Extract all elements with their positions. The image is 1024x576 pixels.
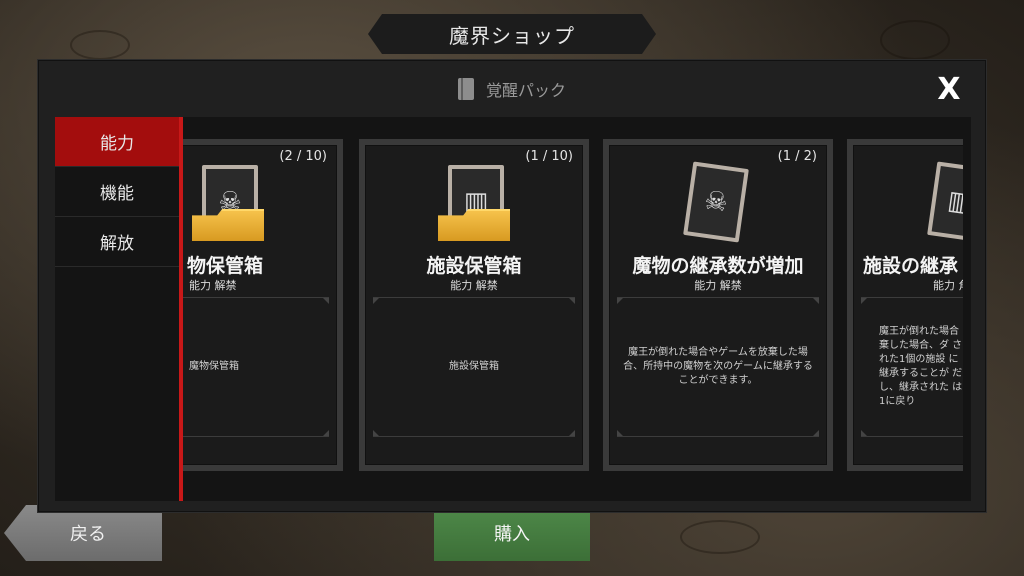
shop-title-banner: 魔界ショップ	[368, 14, 656, 54]
card-description: 魔王が倒れた場合 棄した場合、ダ された1個の施設 に継承することが だし、継承…	[861, 297, 963, 437]
map-doodle	[70, 30, 130, 60]
card-count: (1 / 10)	[525, 149, 573, 164]
pack-card[interactable]: (2 / 10) ☠ 物保管箱 能力 解禁 魔物保管箱	[183, 139, 343, 471]
card-subtitle: 能力 解禁	[189, 279, 237, 292]
card-subtitle: 能力 角	[933, 279, 963, 292]
card-description: 施設保管箱	[373, 297, 575, 437]
buy-button[interactable]: 購入	[434, 505, 590, 561]
tab-ability[interactable]: 能力	[55, 117, 179, 167]
back-button[interactable]: 戻る	[4, 505, 162, 561]
card-count: (1 / 2)	[777, 149, 817, 164]
close-button[interactable]: X	[931, 71, 967, 107]
card-description: 魔物保管箱	[183, 297, 329, 437]
map-doodle	[680, 520, 760, 554]
facility-card-icon: ▥	[438, 165, 510, 243]
tab-label: 能力	[100, 134, 134, 154]
shop-title: 魔界ショップ	[449, 23, 575, 48]
card-name: 魔物の継承数が増加	[632, 255, 804, 277]
dialog-header: 覚醒パック	[39, 61, 985, 117]
buy-button-label: 購入	[494, 524, 530, 545]
dialog-title: 覚醒パック	[485, 81, 566, 100]
card-description: 魔王が倒れた場合やゲームを放棄した場合、所持中の魔物を次のゲームに継承することが…	[617, 297, 819, 437]
pack-card[interactable]: (1 / 2) ☠ 魔物の継承数が増加 能力 解禁 魔王が倒れた場合やゲームを放…	[603, 139, 833, 471]
tab-label: 解放	[100, 234, 134, 254]
book-icon	[457, 78, 474, 100]
back-button-label: 戻る	[70, 524, 106, 545]
card-name: 物保管箱	[187, 255, 264, 277]
card-subtitle: 能力 解禁	[694, 279, 742, 292]
awakening-pack-dialog: 覚醒パック X 能力 機能 解放 (2 / 10) ☠ 物保管箱 能力 解禁 魔…	[38, 60, 986, 512]
card-subtitle: 能力 解禁	[450, 279, 498, 292]
card-description-text: 魔物保管箱	[189, 361, 239, 372]
tab-label: 機能	[100, 184, 134, 204]
close-icon: X	[937, 71, 961, 107]
pack-card[interactable]: (1 / 10) ▥ 施設保管箱 能力 解禁 施設保管箱	[359, 139, 589, 471]
content-area: 能力 機能 解放 (2 / 10) ☠ 物保管箱 能力 解禁 魔物保管箱 (1 …	[55, 117, 971, 501]
card-description-text: 魔王が倒れた場合 棄した場合、ダ された1個の施設 に継承することが だし、継承…	[879, 326, 963, 407]
card-description-text: 施設保管箱	[449, 361, 499, 372]
monster-card-icon: ☠	[683, 161, 749, 243]
monster-card-icon: ☠	[192, 165, 264, 243]
card-count: (2 / 10)	[279, 149, 327, 164]
cards-scroller[interactable]: (2 / 10) ☠ 物保管箱 能力 解禁 魔物保管箱 (1 / 10) ▥ 施…	[183, 117, 963, 501]
map-doodle	[880, 20, 950, 60]
facility-card-icon: ▥	[927, 161, 963, 243]
card-description-text: 魔王が倒れた場合やゲームを放棄した場合、所持中の魔物を次のゲームに継承することが…	[623, 347, 813, 386]
sidebar: 能力 機能 解放	[55, 117, 179, 267]
tab-function[interactable]: 機能	[55, 167, 179, 217]
pack-card[interactable]: ▥ 施設の継承 能力 角 魔王が倒れた場合 棄した場合、ダ された1個の施設 に…	[847, 139, 963, 471]
card-name: 施設の継承	[863, 255, 959, 277]
tab-release[interactable]: 解放	[55, 217, 179, 267]
card-name: 施設保管箱	[426, 255, 522, 277]
